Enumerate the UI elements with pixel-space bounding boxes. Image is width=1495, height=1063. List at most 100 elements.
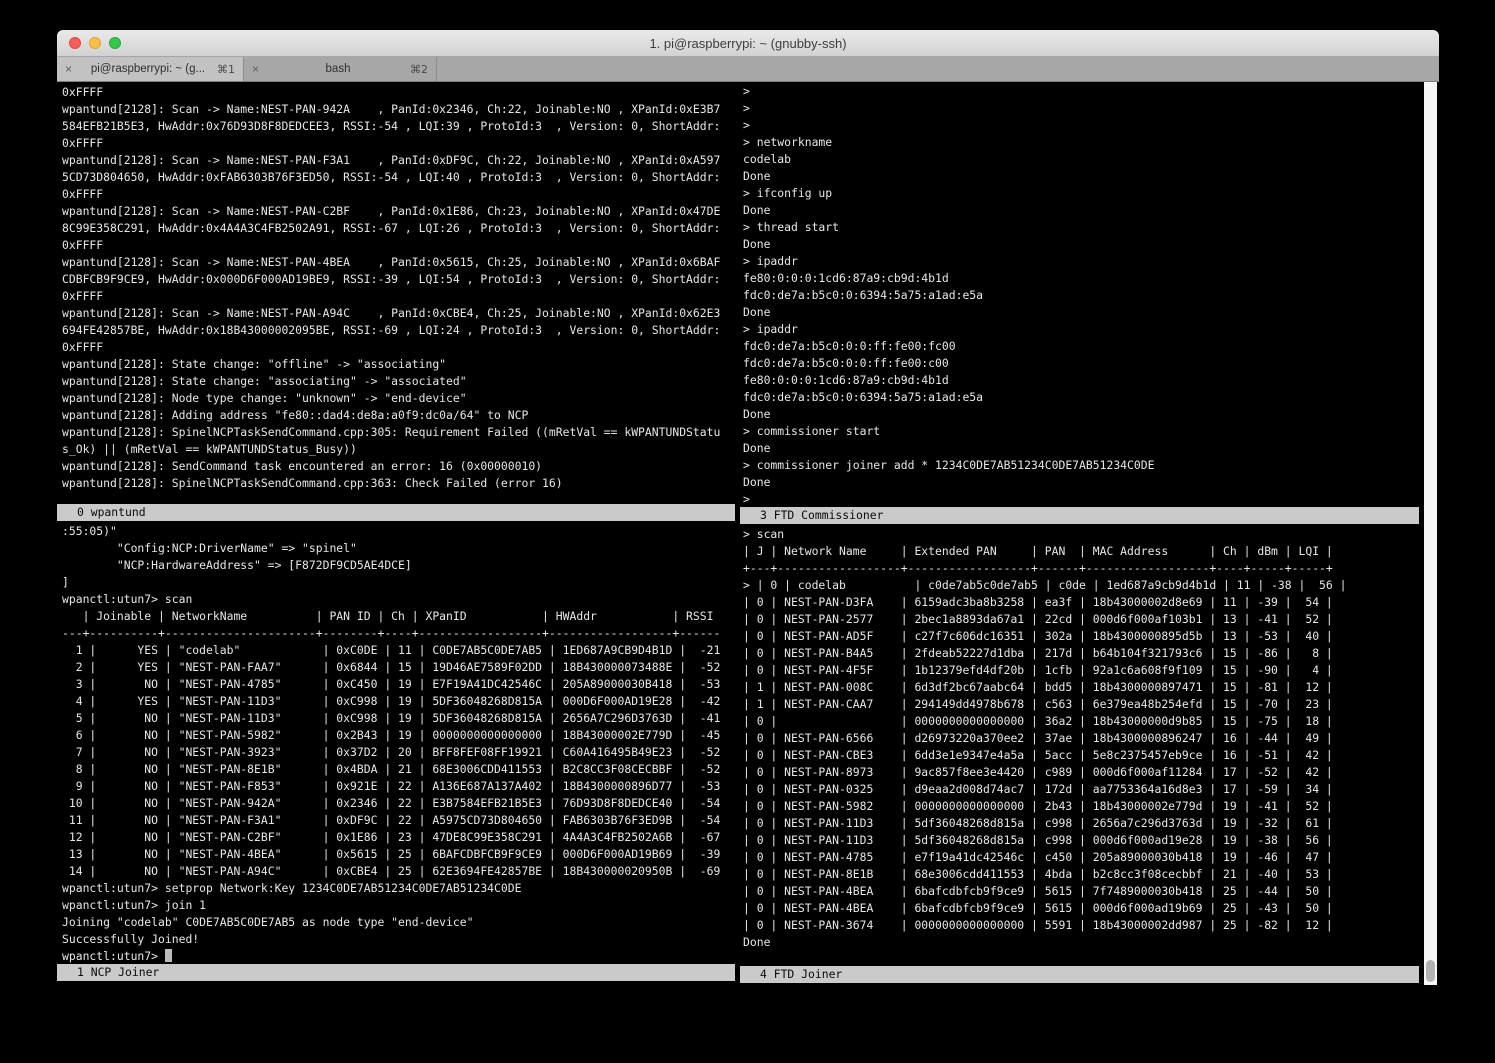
terminal-line: Done (743, 202, 1419, 219)
terminal-line: 6 | NO | "NEST-PAN-5982" | 0x2B43 | 19 |… (62, 727, 735, 744)
terminal-line: > (743, 100, 1419, 117)
terminal-line: Done (743, 440, 1419, 457)
terminal-line: 4 | YES | "NEST-PAN-11D3" | 0xC998 | 19 … (62, 693, 735, 710)
tab-close-icon[interactable]: × (252, 62, 266, 76)
terminal-line: 0xFFFF (62, 237, 735, 254)
terminal-line: 14 | NO | "NEST-PAN-A94C" | 0xCBE4 | 25 … (62, 863, 735, 880)
terminal-line: > commissioner joiner add * 1234C0DE7AB5… (743, 457, 1419, 474)
terminal-line: | 0 | NEST-PAN-B4A5 | 2fdeab52227d1dba |… (743, 645, 1419, 662)
terminal-line: | 0 | NEST-PAN-4F5F | 1b12379efd4df20b |… (743, 662, 1419, 679)
terminal-line: 8C99E358C291, HwAddr:0x4A4A3C4FB2502A91,… (62, 220, 735, 237)
terminal-line: ] (62, 574, 735, 591)
title-bar[interactable]: 1. pi@raspberrypi: ~ (gnubby-ssh) (57, 30, 1439, 57)
terminal-line: | J | Network Name | Extended PAN | PAN … (743, 543, 1419, 560)
terminal-cursor (165, 949, 172, 962)
terminal-line: 11 | NO | "NEST-PAN-F3A1" | 0xDF9C | 22 … (62, 812, 735, 829)
terminal-line: "Config:NCP:DriverName" => "spinel" (62, 540, 735, 557)
terminal-line: Successfully Joined! (62, 931, 735, 948)
terminal-line: > (743, 491, 1419, 507)
terminal-line: wpanctl:utun7> scan (62, 591, 735, 608)
terminal-line: 9 | NO | "NEST-PAN-F853" | 0x921E | 22 |… (62, 778, 735, 795)
terminal-line: wpanctl:utun7> (62, 948, 735, 964)
terminal-line: > (743, 117, 1419, 134)
terminal-line: :55:05)" (62, 523, 735, 540)
terminal-line: > (743, 83, 1419, 100)
terminal-line: > ipaddr (743, 253, 1419, 270)
tab-close-icon[interactable]: × (65, 62, 79, 76)
terminal-line: Joining "codelab" C0DE7AB5C0DE7AB5 as no… (62, 914, 735, 931)
terminal-line: 0xFFFF (62, 84, 735, 101)
scrollbar-thumb[interactable] (1426, 960, 1435, 982)
terminal-line: wpantund[2128]: Scan -> Name:NEST-PAN-A9… (62, 305, 735, 322)
terminal-line: 2 | YES | "NEST-PAN-FAA7" | 0x6844 | 15 … (62, 659, 735, 676)
terminal-line: | 0 | NEST-PAN-11D3 | 5df36048268d815a |… (743, 815, 1419, 832)
terminal-line: wpantund[2128]: SpinelNCPTaskSendCommand… (62, 475, 735, 492)
terminal-line: 13 | NO | "NEST-PAN-4BEA" | 0x5615 | 25 … (62, 846, 735, 863)
terminal-line: > | 0 | codelab | c0de7ab5c0de7ab5 | c0d… (743, 577, 1419, 594)
terminal-line: Done (743, 406, 1419, 423)
terminal-line: | 0 | NEST-PAN-5982 | 0000000000000000 |… (743, 798, 1419, 815)
scrollbar[interactable] (1424, 82, 1437, 985)
terminal-line: 8 | NO | "NEST-PAN-8E1B" | 0x4BDA | 21 |… (62, 761, 735, 778)
terminal-line: | 0 | NEST-PAN-6566 | d26973220a370ee2 |… (743, 730, 1419, 747)
pane-status-wpantund: 0 wpantund (57, 504, 735, 521)
terminal-line: Done (743, 236, 1419, 253)
pane-status-ftd-joiner: 4 FTD Joiner (740, 966, 1419, 983)
terminal-line: | 0 | NEST-PAN-4BEA | 6bafcdbfcb9f9ce9 |… (743, 883, 1419, 900)
terminal-line: wpantund[2128]: Scan -> Name:NEST-PAN-F3… (62, 152, 735, 169)
tab-bash[interactable]: × bash ⌘2 (244, 57, 437, 81)
terminal-line: fe80:0:0:0:1cd6:87a9:cb9d:4b1d (743, 372, 1419, 389)
terminal-line: 1 | YES | "codelab" | 0xC0DE | 11 | C0DE… (62, 642, 735, 659)
terminal-line: CDBFCB9F9CE9, HwAddr:0x000D6F000AD19BE9,… (62, 271, 735, 288)
tab-bar: × pi@raspberrypi: ~ (g... ⌘1 × bash ⌘2 (57, 57, 1439, 82)
terminal-line: > thread start (743, 219, 1419, 236)
terminal-line: Done (743, 168, 1419, 185)
terminal-line: | 0 | NEST-PAN-11D3 | 5df36048268d815a |… (743, 832, 1419, 849)
terminal-line: 7 | NO | "NEST-PAN-3923" | 0x37D2 | 20 |… (62, 744, 735, 761)
terminal-line: wpantund[2128]: Scan -> Name:NEST-PAN-94… (62, 101, 735, 118)
terminal-line: fe80:0:0:0:1cd6:87a9:cb9d:4b1d (743, 270, 1419, 287)
terminal-line: > commissioner start (743, 423, 1419, 440)
terminal-line: | 0 | | 0000000000000000 | 36a2 | 18b430… (743, 713, 1419, 730)
terminal-line: | 0 | NEST-PAN-3674 | 0000000000000000 |… (743, 917, 1419, 934)
terminal-line: wpantund[2128]: Scan -> Name:NEST-PAN-4B… (62, 254, 735, 271)
pane-wpantund[interactable]: 0xFFFFwpantund[2128]: Scan -> Name:NEST-… (57, 82, 735, 504)
terminal-line: 584EFB21B5E3, HwAddr:0x76D93D8F8DEDCEE3,… (62, 118, 735, 135)
terminal-line: | 0 | NEST-PAN-4785 | e7f19a41dc42546c |… (743, 849, 1419, 866)
tab-shortcut: ⌘1 (217, 63, 235, 76)
terminal-line: > ipaddr (743, 321, 1419, 338)
terminal-window: 1. pi@raspberrypi: ~ (gnubby-ssh) × pi@r… (57, 30, 1439, 985)
terminal-line: wpantund[2128]: State change: "offline" … (62, 356, 735, 373)
terminal-line: Done (743, 934, 1419, 951)
terminal-line: fdc0:de7a:b5c0:0:0:ff:fe00:fc00 (743, 338, 1419, 355)
pane-status-ncp-joiner: 1 NCP Joiner (57, 964, 735, 981)
terminal-line: | Joinable | NetworkName | PAN ID | Ch |… (62, 608, 735, 625)
window-title: 1. pi@raspberrypi: ~ (gnubby-ssh) (57, 30, 1439, 57)
pane-status-ftd-commissioner: 3 FTD Commissioner (740, 507, 1419, 524)
pane-ncp-joiner[interactable]: :55:05)" "Config:NCP:DriverName" => "spi… (57, 521, 735, 964)
tab-ssh-session[interactable]: × pi@raspberrypi: ~ (g... ⌘1 (57, 57, 244, 81)
tab-label: pi@raspberrypi: ~ (g... (79, 63, 217, 75)
terminal-line: "NCP:HardwareAddress" => [F872DF9CD5AE4D… (62, 557, 735, 574)
terminal-line: wpanctl:utun7> setprop Network:Key 1234C… (62, 880, 735, 897)
terminal-line: | 0 | NEST-PAN-4BEA | 6bafcdbfcb9f9ce9 |… (743, 900, 1419, 917)
terminal-line: fdc0:de7a:b5c0:0:6394:5a75:a1ad:e5a (743, 287, 1419, 304)
terminal-line: 0xFFFF (62, 339, 735, 356)
terminal-line: 5CD73D804650, HwAddr:0xFAB6303B76F3ED50,… (62, 169, 735, 186)
terminal-line: 12 | NO | "NEST-PAN-C2BF" | 0x1E86 | 23 … (62, 829, 735, 846)
terminal-line: codelab (743, 151, 1419, 168)
terminal-content: 0xFFFFwpantund[2128]: Scan -> Name:NEST-… (57, 82, 1439, 985)
terminal-line: wpanctl:utun7> join 1 (62, 897, 735, 914)
terminal-line: 694FE42857BE, HwAddr:0x18B43000002095BE,… (62, 322, 735, 339)
terminal-line: wpantund[2128]: SpinelNCPTaskSendCommand… (62, 424, 735, 441)
terminal-line: > ifconfig up (743, 185, 1419, 202)
terminal-line: 0xFFFF (62, 135, 735, 152)
terminal-line: 0xFFFF (62, 186, 735, 203)
terminal-line: wpantund[2128]: State change: "associati… (62, 373, 735, 390)
terminal-line: | 0 | NEST-PAN-D3FA | 6159adc3ba8b3258 |… (743, 594, 1419, 611)
pane-ftd-commissioner[interactable]: >>>> networknamecodelabDone> ifconfig up… (740, 82, 1419, 507)
terminal-line: 5 | NO | "NEST-PAN-11D3" | 0xC998 | 19 |… (62, 710, 735, 727)
tab-shortcut: ⌘2 (410, 63, 428, 76)
terminal-line: Done (743, 474, 1419, 491)
pane-ftd-joiner[interactable]: > scan| J | Network Name | Extended PAN … (740, 525, 1419, 964)
